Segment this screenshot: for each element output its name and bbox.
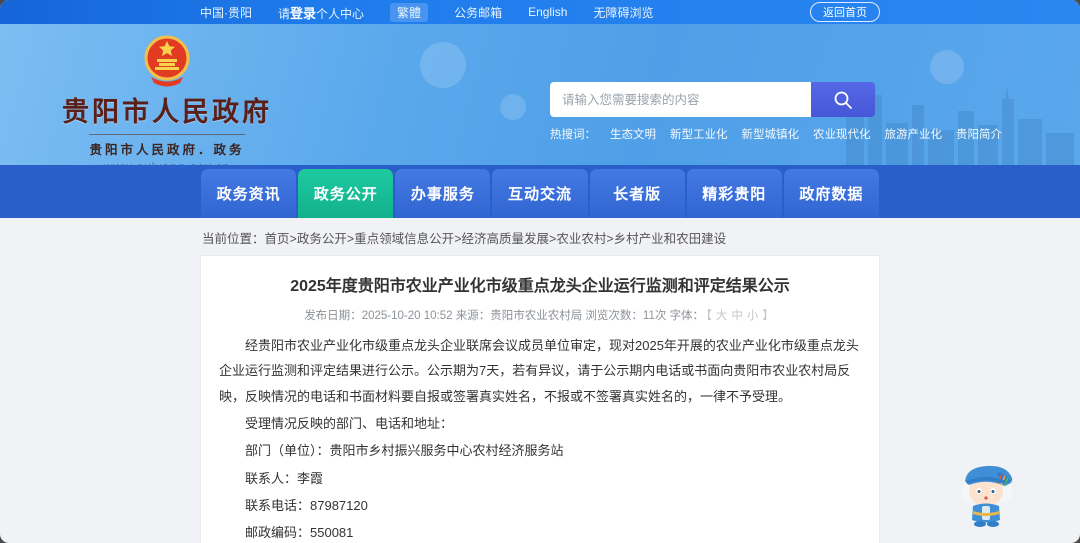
site-search <box>550 82 875 117</box>
breadcrumb-item[interactable]: 乡村产业和农田建设 <box>606 232 726 246</box>
nav-tab-zhangzheban[interactable]: 长者版 <box>589 169 685 218</box>
login-entry[interactable]: 请登录个人中心 <box>278 3 364 22</box>
hot-word-link[interactable]: 贵阳简介 <box>956 126 1002 142</box>
breadcrumb-item[interactable]: 经济高质量发展 <box>454 232 549 246</box>
hot-search-words: 热搜词： 生态文明 新型工业化 新型城镇化 农业现代化 旅游产业化 贵阳简介 <box>550 126 1002 142</box>
cityscape-decoration <box>846 83 1074 165</box>
login-prefix: 请 <box>278 6 291 21</box>
link-accessibility[interactable]: 无障碍浏览 <box>593 4 653 21</box>
article-paragraph: 联系电话：87987120 <box>245 498 368 514</box>
article-body: 经贵阳市农业产业化市级重点龙头企业联席会议成员单位审定，现对2025年开展的农业… <box>219 333 861 543</box>
article-paragraph: 受理情况反映的部门、电话和地址： <box>245 416 454 432</box>
breadcrumb: 当前位置：首页政务公开重点领域信息公开经济高质量发展农业农村乡村产业和农田建设 <box>200 218 880 255</box>
article-card: 2025年度贵阳市农业产业化市级重点龙头企业运行监测和评定结果公示 发布日期：2… <box>200 255 880 543</box>
browser-page: 中国·贵阳 请登录个人中心 繁體 公务邮箱 English 无障碍浏览 返回首页 <box>0 0 1080 543</box>
hot-word-link[interactable]: 生态文明 <box>610 126 656 142</box>
article-meta: 发布日期：2025-10-20 10:52 来源：贵阳市农业农村局 浏览次数：1… <box>219 307 861 323</box>
publish-date-label: 发布日期： <box>304 310 362 322</box>
nav-tab-zhengwu-gongkai[interactable]: 政务公开 <box>298 169 394 218</box>
views-label: 浏览次数： <box>585 310 643 322</box>
login-link[interactable]: 登录 <box>290 6 316 21</box>
article-paragraph: 邮政编码：550081 <box>245 525 354 541</box>
hot-words-label: 热搜词： <box>550 129 596 141</box>
bokeh-decoration <box>500 94 526 120</box>
font-size-label: 字体： <box>669 310 705 322</box>
nav-tab-zhengfu-shuju[interactable]: 政府数据 <box>783 169 879 218</box>
site-title: 贵阳市人民政府 <box>62 97 272 127</box>
font-size-large[interactable]: 大 <box>714 310 730 322</box>
hot-word-link[interactable]: 新型城镇化 <box>742 126 800 142</box>
font-bracket: 】 <box>762 310 774 322</box>
mascot-icon[interactable] <box>956 459 1018 527</box>
link-official-mailbox[interactable]: 公务邮箱 <box>454 4 502 21</box>
login-suffix: 个人中心 <box>316 6 365 21</box>
font-bracket: 【 <box>706 310 712 322</box>
breadcrumb-home[interactable]: 首页 <box>265 232 290 246</box>
search-button[interactable] <box>811 82 875 117</box>
search-icon <box>834 91 852 109</box>
link-english[interactable]: English <box>528 5 567 19</box>
source-value: 贵阳市农业农村局 <box>490 310 583 322</box>
font-size-small[interactable]: 小 <box>745 310 761 322</box>
nav-tab-banshi-fuwu[interactable]: 办事服务 <box>395 169 491 218</box>
publish-date: 2025-10-20 10:52 <box>361 310 453 322</box>
breadcrumb-item[interactable]: 政务公开 <box>290 232 347 246</box>
link-china-guiyang[interactable]: 中国·贵阳 <box>200 4 252 21</box>
breadcrumb-item[interactable]: 重点领域信息公开 <box>347 232 454 246</box>
search-input[interactable] <box>550 82 811 117</box>
hot-word-link[interactable]: 新型工业化 <box>670 126 728 142</box>
hot-word-link[interactable]: 旅游产业化 <box>885 126 943 142</box>
primary-nav: 政务资讯 政务公开 办事服务 互动交流 长者版 精彩贵阳 政府数据 <box>0 165 1080 218</box>
bokeh-decoration <box>420 42 466 88</box>
nav-tab-zhengwu-zixun[interactable]: 政务资讯 <box>201 169 297 218</box>
site-url: www.guiyang.gov.cn <box>104 160 231 165</box>
national-emblem-icon <box>144 35 190 87</box>
link-traditional-chinese[interactable]: 繁體 <box>390 2 429 22</box>
site-header-banner: 贵阳市人民政府 贵阳市人民政府．政务 www.guiyang.gov.cn 热搜… <box>0 24 1080 165</box>
site-brand[interactable]: 贵阳市人民政府 贵阳市人民政府．政务 www.guiyang.gov.cn <box>62 32 272 165</box>
font-size-medium[interactable]: 中 <box>729 310 745 322</box>
site-subtitle: 贵阳市人民政府．政务 <box>89 134 245 158</box>
breadcrumb-label: 当前位置： <box>202 232 265 246</box>
breadcrumb-item[interactable]: 农业农村 <box>549 232 606 246</box>
article-paragraph: 联系人：李霞 <box>245 470 324 486</box>
source-label: 来源： <box>455 310 491 322</box>
back-home-button[interactable]: 返回首页 <box>810 2 880 22</box>
article-paragraph: 部门（单位）：贵阳市乡村振兴服务中心农村经济服务站 <box>245 443 564 459</box>
nav-tab-hudong-jiaoliu[interactable]: 互动交流 <box>492 169 588 218</box>
nav-tab-jingcai-guiyang[interactable]: 精彩贵阳 <box>686 169 782 218</box>
views-value: 11次 <box>642 310 667 322</box>
article-title: 2025年度贵阳市农业产业化市级重点龙头企业运行监测和评定结果公示 <box>290 278 790 295</box>
hot-word-link[interactable]: 农业现代化 <box>813 126 871 142</box>
top-utility-bar: 中国·贵阳 请登录个人中心 繁體 公务邮箱 English 无障碍浏览 返回首页 <box>0 0 1080 24</box>
article-paragraph: 经贵阳市农业产业化市级重点龙头企业联席会议成员单位审定，现对2025年开展的农业… <box>219 338 859 404</box>
